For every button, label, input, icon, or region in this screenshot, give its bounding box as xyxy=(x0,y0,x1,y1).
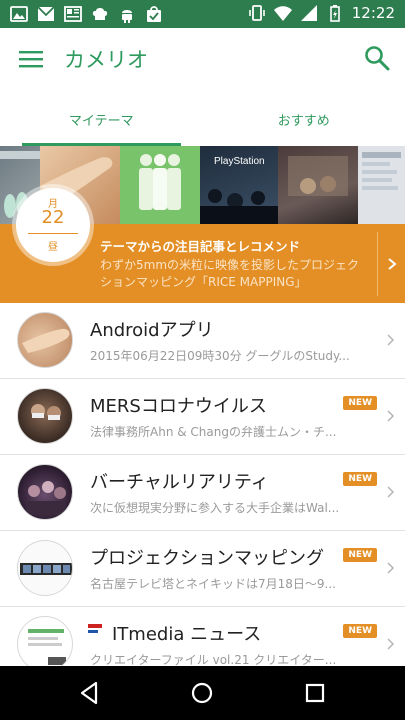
theme-subtitle: 2015年06月22日09時30分 グーグルのStudy... xyxy=(90,349,350,363)
banner-thumbnail xyxy=(120,146,200,224)
system-nav-bar xyxy=(0,666,405,720)
webpage-screenshot-icon xyxy=(362,152,401,190)
projection-strip-photo-icon xyxy=(20,563,72,575)
chevron-right-icon xyxy=(387,410,395,422)
theme-thumbnail xyxy=(17,388,73,444)
new-badge: NEW xyxy=(343,624,377,638)
wifi-icon xyxy=(273,6,292,21)
new-badge: NEW xyxy=(343,396,377,410)
banner-thumbnail xyxy=(358,146,405,224)
list-item[interactable]: Androidアプリ 2015年06月22日09時30分 グーグルのStudy.… xyxy=(0,303,405,379)
game-scene-icon xyxy=(288,156,348,196)
recents-icon[interactable] xyxy=(301,679,329,707)
chevron-right-icon xyxy=(387,638,395,650)
battery-icon xyxy=(329,5,340,22)
hand-photo-icon xyxy=(22,328,70,353)
date-day: 22 xyxy=(41,207,65,228)
app-screen: 12:22 カメリオ マイテーマ おすすめ PlayStation テーマからの… xyxy=(0,0,405,720)
new-badge: NEW xyxy=(343,548,377,562)
vr-audience-photo-icon xyxy=(26,481,66,515)
theme-list: Androidアプリ 2015年06月22日09時30分 グーグルのStudy.… xyxy=(0,303,405,666)
masked-people-photo-icon xyxy=(31,404,61,420)
theme-title: MERSコロナウイルス xyxy=(90,396,267,417)
chef-hat-icon xyxy=(92,8,108,20)
chevron-right-icon xyxy=(387,334,395,346)
list-item[interactable]: バーチャルリアリティ 次に仮想現実分野に参入する大手企業はWal... NEW xyxy=(0,455,405,531)
list-item[interactable]: MERSコロナウイルス 法律事務所Ahn & Changの弁護士ムン・チ... … xyxy=(0,379,405,455)
home-icon[interactable] xyxy=(188,679,216,707)
theme-thumbnail xyxy=(17,312,73,368)
hamburger-menu-icon[interactable] xyxy=(18,47,44,71)
theme-thumbnail xyxy=(17,540,73,596)
photo-icon xyxy=(10,6,28,22)
people-figures-icon xyxy=(139,154,181,210)
chevron-right-icon xyxy=(387,562,395,574)
mail-icon xyxy=(37,6,55,21)
news-icon xyxy=(64,6,82,22)
notification-icons xyxy=(10,5,163,23)
theme-title: プロジェクションマッピング xyxy=(90,548,324,569)
status-time: 12:22 xyxy=(351,4,395,22)
playstation-label: PlayStation xyxy=(214,156,265,167)
theme-subtitle: 名古屋テレビ塔とネイキッドは7月18日～9... xyxy=(90,577,336,591)
app-title: カメリオ xyxy=(64,48,148,72)
banner-next-button[interactable] xyxy=(377,232,405,296)
vibrate-icon xyxy=(248,5,265,21)
itmedia-logo-icon xyxy=(88,624,102,633)
news-page-photo-icon xyxy=(28,629,66,665)
theme-thumbnail xyxy=(17,464,73,520)
status-bar: 12:22 xyxy=(0,0,405,28)
shopping-bag-icon xyxy=(147,6,161,22)
theme-subtitle: クリエイターファイル vol.21 クリエイター... xyxy=(90,653,337,666)
chevron-right-icon xyxy=(388,258,397,270)
tab-bar: マイテーマ おすすめ xyxy=(0,90,405,146)
android-icon xyxy=(122,10,132,23)
theme-title: バーチャルリアリティ xyxy=(90,472,269,493)
chevron-right-icon xyxy=(387,486,395,498)
banner-thumbnail: PlayStation xyxy=(200,146,278,224)
tab-my-theme[interactable]: マイテーマ xyxy=(0,90,203,146)
new-badge: NEW xyxy=(343,472,377,486)
theme-subtitle: 次に仮想現実分野に参入する大手企業はWal... xyxy=(90,501,340,515)
banner-description: わずか5mmの米粒に映像を投影したプロジェクションマッピング「RICE MAPP… xyxy=(100,258,360,289)
theme-title: ITmedia ニュース xyxy=(112,624,262,645)
search-icon[interactable] xyxy=(363,44,391,72)
banner-heading: テーマからの注目記事とレコメンド xyxy=(100,239,301,254)
date-divider xyxy=(28,233,78,234)
list-item[interactable]: プロジェクションマッピング 名古屋テレビ塔とネイキッドは7月18日～9... N… xyxy=(0,531,405,607)
date-time-of-day: 昼 xyxy=(48,242,58,253)
list-item[interactable]: ITmedia ニュース クリエイターファイル vol.21 クリエイター...… xyxy=(0,607,405,666)
theme-subtitle: 法律事務所Ahn & Changの弁護士ムン・チ... xyxy=(90,425,337,439)
system-indicators: 12:22 xyxy=(248,4,395,22)
theme-title: Androidアプリ xyxy=(90,320,214,341)
tab-recommended[interactable]: おすすめ xyxy=(203,90,405,146)
signal-icon xyxy=(300,5,317,21)
banner-thumbnail xyxy=(278,146,358,224)
theme-thumbnail xyxy=(17,616,73,666)
back-icon[interactable] xyxy=(76,679,104,707)
date-badge: 月 22 昼 xyxy=(16,188,90,262)
app-bar: カメリオ xyxy=(0,28,405,90)
